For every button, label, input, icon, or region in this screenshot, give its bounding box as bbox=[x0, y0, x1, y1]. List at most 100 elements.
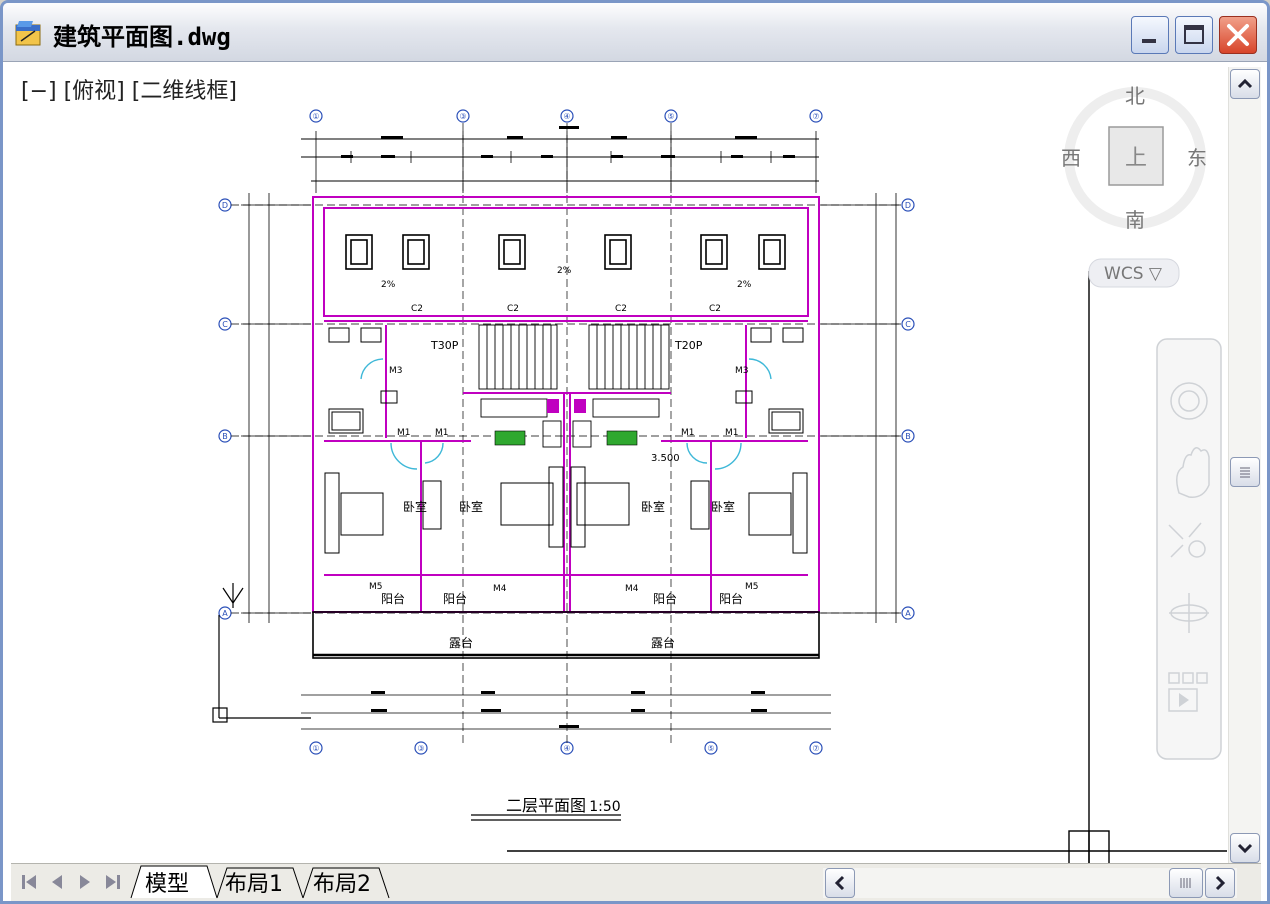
viewcube-face[interactable]: 上 bbox=[1125, 146, 1147, 171]
top-dimensions bbox=[301, 126, 819, 193]
minimize-button[interactable] bbox=[1131, 16, 1169, 54]
chevron-down-icon bbox=[1237, 843, 1253, 854]
viewcube-north[interactable]: 北 bbox=[1125, 84, 1145, 108]
bath-fixtures bbox=[328, 327, 804, 434]
ucs-icon bbox=[212, 583, 311, 723]
axis-bottom-4: ⑤ bbox=[707, 744, 714, 753]
axis-bottom-3: ④ bbox=[563, 744, 570, 753]
chevron-left-icon bbox=[834, 875, 845, 891]
bedroom-label-4: 卧室 bbox=[711, 499, 735, 514]
slope-label-3: 2% bbox=[737, 280, 752, 290]
axis-right-3: B bbox=[905, 432, 911, 441]
slope-label-2: 2% bbox=[557, 266, 572, 276]
drawing-title: 二层平面图 bbox=[506, 796, 586, 815]
axis-top-2: ③ bbox=[459, 112, 466, 121]
green-fixtures bbox=[494, 430, 638, 446]
terrace-label-1: 露台 bbox=[449, 635, 473, 650]
balcony-label-1: 阳台 bbox=[381, 591, 405, 606]
vertical-scroll-thumb[interactable] bbox=[1230, 457, 1260, 487]
horizontal-scrollbar[interactable] bbox=[823, 868, 1237, 898]
axis-top-3: ④ bbox=[563, 112, 570, 121]
window-label-4: C2 bbox=[709, 304, 721, 314]
scroll-up-button[interactable] bbox=[1230, 69, 1260, 99]
next-tab-icon[interactable] bbox=[73, 870, 97, 894]
door-label-m5-b: M5 bbox=[745, 582, 759, 592]
balcony-label-2: 阳台 bbox=[443, 591, 467, 606]
title-bar[interactable]: 建筑平面图.dwg bbox=[3, 3, 1267, 62]
crosshair-cursor bbox=[507, 271, 1227, 863]
window-label-1: C2 bbox=[411, 304, 423, 314]
tab-layout1[interactable]: 布局1 bbox=[225, 866, 283, 898]
drawing-window: 建筑平面图.dwg [−] [俯视] [二维线框] 北 南 东 西 上 WCS … bbox=[0, 0, 1270, 904]
tab-model[interactable]: 模型 bbox=[145, 866, 189, 898]
drawing-scale: 1:50 bbox=[589, 799, 620, 815]
window-title: 建筑平面图.dwg bbox=[53, 23, 231, 51]
skylights bbox=[345, 234, 786, 270]
bedroom-label-3: 卧室 bbox=[641, 499, 665, 514]
window-label-2: C2 bbox=[507, 304, 519, 314]
bedroom-label-1: 卧室 bbox=[403, 499, 427, 514]
scroll-left-button[interactable] bbox=[825, 868, 855, 898]
balcony-label-3: 阳台 bbox=[653, 591, 677, 606]
axis-left-2: C bbox=[222, 320, 228, 329]
maximize-icon bbox=[1184, 25, 1204, 44]
door-swings bbox=[360, 358, 772, 470]
door-label-m4-b: M4 bbox=[625, 584, 639, 594]
title-underline bbox=[471, 814, 621, 821]
walls bbox=[312, 196, 820, 613]
last-tab-icon[interactable] bbox=[101, 870, 125, 894]
door-label-m4-a: M4 bbox=[493, 584, 507, 594]
door-label-m1-c: M1 bbox=[681, 428, 695, 438]
grip-icon bbox=[1180, 878, 1191, 888]
viewcube-south[interactable]: 南 bbox=[1125, 208, 1145, 232]
door-label-m1-a: M1 bbox=[397, 428, 411, 438]
bedroom-label-2: 卧室 bbox=[459, 499, 483, 514]
tab-layout2[interactable]: 布局2 bbox=[313, 866, 371, 898]
maximize-button[interactable] bbox=[1175, 16, 1213, 54]
magenta-marks bbox=[547, 399, 586, 413]
close-icon bbox=[1227, 24, 1249, 46]
first-tab-icon[interactable] bbox=[17, 870, 41, 894]
floor-elevation: 3.500 bbox=[651, 453, 680, 464]
axis-left-3: B bbox=[222, 432, 228, 441]
wcs-label[interactable]: WCS ▽ bbox=[1104, 264, 1163, 284]
axis-top-5: ⑦ bbox=[812, 112, 819, 121]
slope-label-1: 2% bbox=[381, 280, 396, 290]
terrace-outline bbox=[312, 611, 820, 659]
horizontal-scroll-thumb[interactable] bbox=[1169, 868, 1203, 898]
axis-bottom-2: ③ bbox=[417, 744, 424, 753]
door-label-m5-a: M5 bbox=[369, 582, 383, 592]
vertical-scrollbar[interactable] bbox=[1228, 67, 1261, 864]
stair-label-1: T30P bbox=[430, 339, 459, 352]
navigation-bar[interactable] bbox=[1156, 338, 1222, 760]
axis-left-4: A bbox=[222, 609, 228, 618]
grip-icon bbox=[1240, 467, 1250, 478]
scroll-right-button[interactable] bbox=[1205, 868, 1235, 898]
bottom-dim-text bbox=[371, 691, 767, 728]
previous-tab-icon[interactable] bbox=[45, 870, 69, 894]
axis-bottom-1: ① bbox=[312, 744, 319, 753]
axis-top-4: ⑤ bbox=[667, 112, 674, 121]
chevron-up-icon bbox=[1237, 78, 1253, 89]
axis-top-1: ① bbox=[312, 112, 319, 121]
close-button[interactable] bbox=[1219, 16, 1257, 54]
balcony-label-4: 阳台 bbox=[719, 591, 743, 606]
door-label-m1-d: M1 bbox=[725, 428, 739, 438]
layout-tab-bar: 模型 布局1 布局2 bbox=[11, 863, 1261, 901]
axis-bottom-5: ⑦ bbox=[812, 744, 819, 753]
viewcube-east[interactable]: 东 bbox=[1187, 146, 1207, 170]
minimize-icon bbox=[1142, 39, 1156, 43]
stair-label-2: T20P bbox=[674, 339, 703, 352]
door-label-m3-b: M3 bbox=[735, 366, 749, 376]
stairs bbox=[478, 324, 670, 390]
drawing-canvas: 北 南 东 西 上 WCS ▽ 二层平面图 1:50 卧室 卧室 卧室 卧室 阳… bbox=[212, 84, 1227, 863]
door-label-m1-b: M1 bbox=[435, 428, 449, 438]
chevron-right-icon bbox=[1215, 875, 1226, 891]
window-label-3: C2 bbox=[615, 304, 627, 314]
model-viewport[interactable]: [−] [俯视] [二维线框] 北 南 东 西 上 WCS ▽ 二层平面图 1:… bbox=[11, 63, 1227, 863]
axis-right-4: A bbox=[905, 609, 911, 618]
axis-right-1: D bbox=[905, 201, 911, 210]
axis-left-1: D bbox=[222, 201, 228, 210]
viewcube-west[interactable]: 西 bbox=[1061, 146, 1081, 170]
scroll-down-button[interactable] bbox=[1230, 833, 1260, 863]
